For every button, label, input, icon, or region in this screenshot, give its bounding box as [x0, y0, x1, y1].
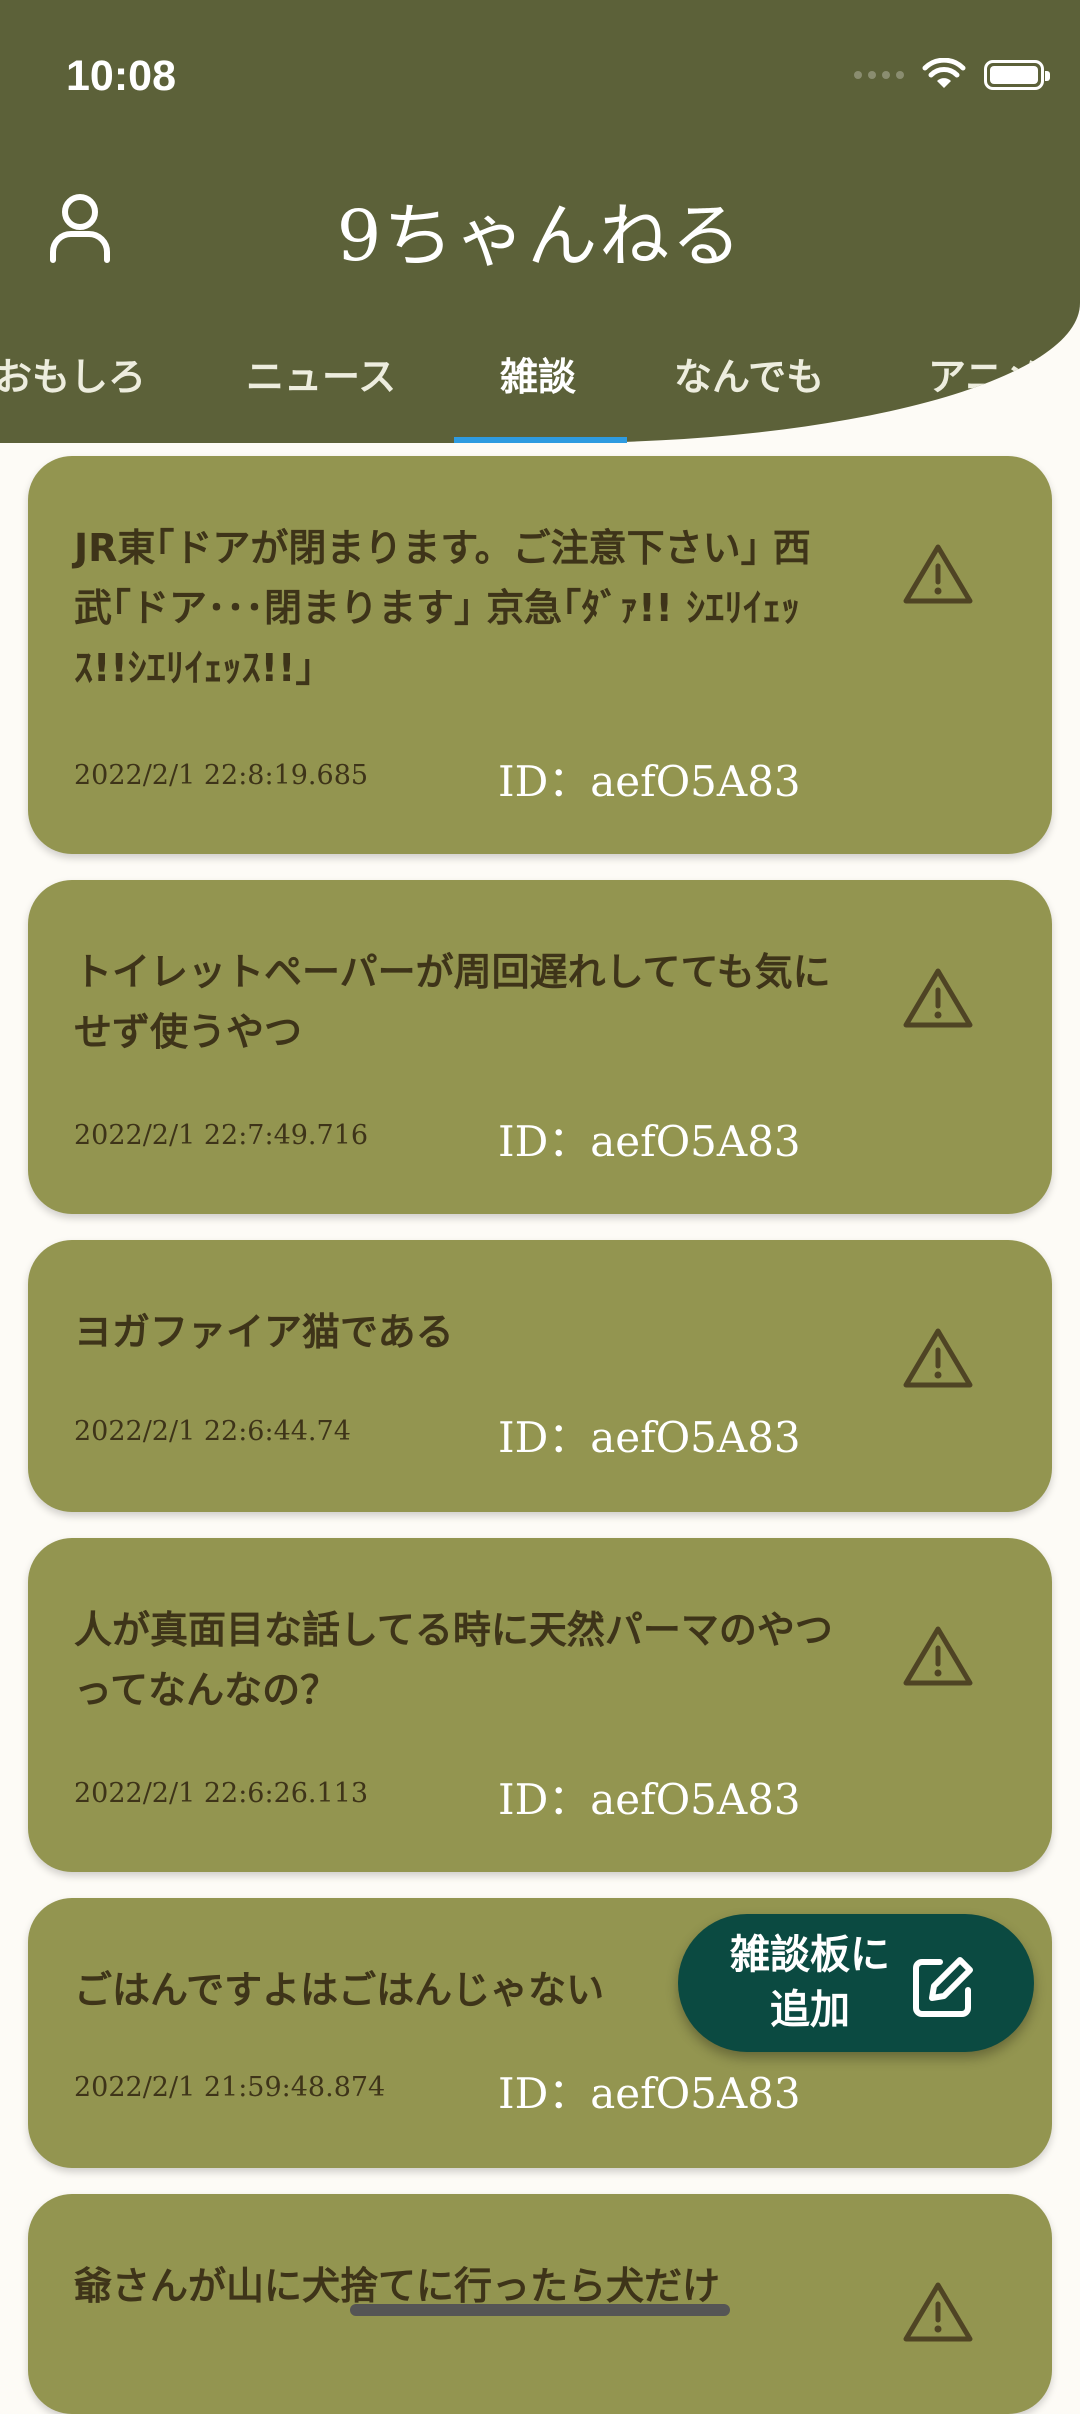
post-card[interactable]: トイレットペーパーが周回遅れしてても気にせず使うやつ 2022/2/1 22:7… — [28, 880, 1052, 1214]
post-id: ID：aefO5A83 — [498, 2069, 801, 2118]
category-tabs: おもしろ ニュース 雑談 なんでも アニメ・ — [0, 346, 1080, 406]
cellular-signal-icon — [854, 71, 904, 79]
status-time: 10:08 — [66, 52, 176, 100]
app-header: 10:08 9ちゃんねる おもしろ ニュース 雑談 なんでも アニメ・ — [0, 0, 1080, 443]
post-date: 2022/2/1 22:6:26.113 — [74, 1778, 369, 1809]
tab-anime[interactable]: アニメ・ — [928, 346, 1079, 401]
post-date: 2022/2/1 22:8:19.685 — [74, 760, 369, 791]
post-card[interactable]: ヨガファイア猫である 2022/2/1 22:6:44.74 ID：aefO5A… — [28, 1240, 1052, 1512]
warning-icon[interactable] — [902, 1326, 974, 1390]
post-card[interactable]: 人が真面目な話してる時に天然パーマのやつってなんなの？ 2022/2/1 22:… — [28, 1538, 1052, 1872]
tab-omoshiro[interactable]: おもしろ — [0, 346, 146, 401]
post-id: ID：aefO5A83 — [498, 1775, 801, 1824]
post-id: ID：aefO5A83 — [498, 757, 801, 806]
warning-icon[interactable] — [902, 966, 974, 1030]
warning-icon[interactable] — [902, 1624, 974, 1688]
warning-icon[interactable] — [902, 542, 974, 606]
battery-icon — [984, 60, 1050, 90]
warning-icon[interactable] — [902, 2280, 974, 2344]
home-indicator[interactable] — [350, 2304, 730, 2316]
tab-nandemo[interactable]: なんでも — [674, 346, 824, 401]
active-tab-indicator — [454, 437, 627, 443]
post-title: トイレットペーパーが周回遅れしてても気にせず使うやつ — [74, 950, 831, 1054]
tab-zatsudan[interactable]: 雑談 — [500, 346, 576, 401]
post-date: 2022/2/1 22:6:44.74 — [74, 1416, 351, 1447]
post-date: 2022/2/1 21:59:48.874 — [74, 2072, 386, 2103]
post-date: 2022/2/1 22:7:49.716 — [74, 1120, 369, 1151]
post-title: ヨガファイア猫である — [74, 1310, 454, 1354]
add-thread-label: 雑談板に追加 — [730, 1932, 890, 2033]
edit-icon — [913, 1957, 973, 2017]
add-thread-button[interactable]: 雑談板に追加 — [678, 1914, 1034, 2052]
tab-news[interactable]: ニュース — [246, 346, 396, 401]
app-title: 9ちゃんねる — [336, 195, 744, 277]
post-title: JR東｢ドアが閉まります。ご注意下さい｣ 西武｢ドア･･･閉まります｣ 京急｢ﾀ… — [74, 526, 811, 690]
post-id: ID：aefO5A83 — [498, 1413, 801, 1462]
wifi-icon — [922, 58, 966, 88]
status-icons — [854, 58, 1050, 92]
post-title: 人が真面目な話してる時に天然パーマのやつってなんなの？ — [74, 1608, 833, 1712]
post-id: ID：aefO5A83 — [498, 1117, 801, 1166]
post-card[interactable]: JR東｢ドアが閉まります。ご注意下さい｣ 西武｢ドア･･･閉まります｣ 京急｢ﾀ… — [28, 456, 1052, 854]
